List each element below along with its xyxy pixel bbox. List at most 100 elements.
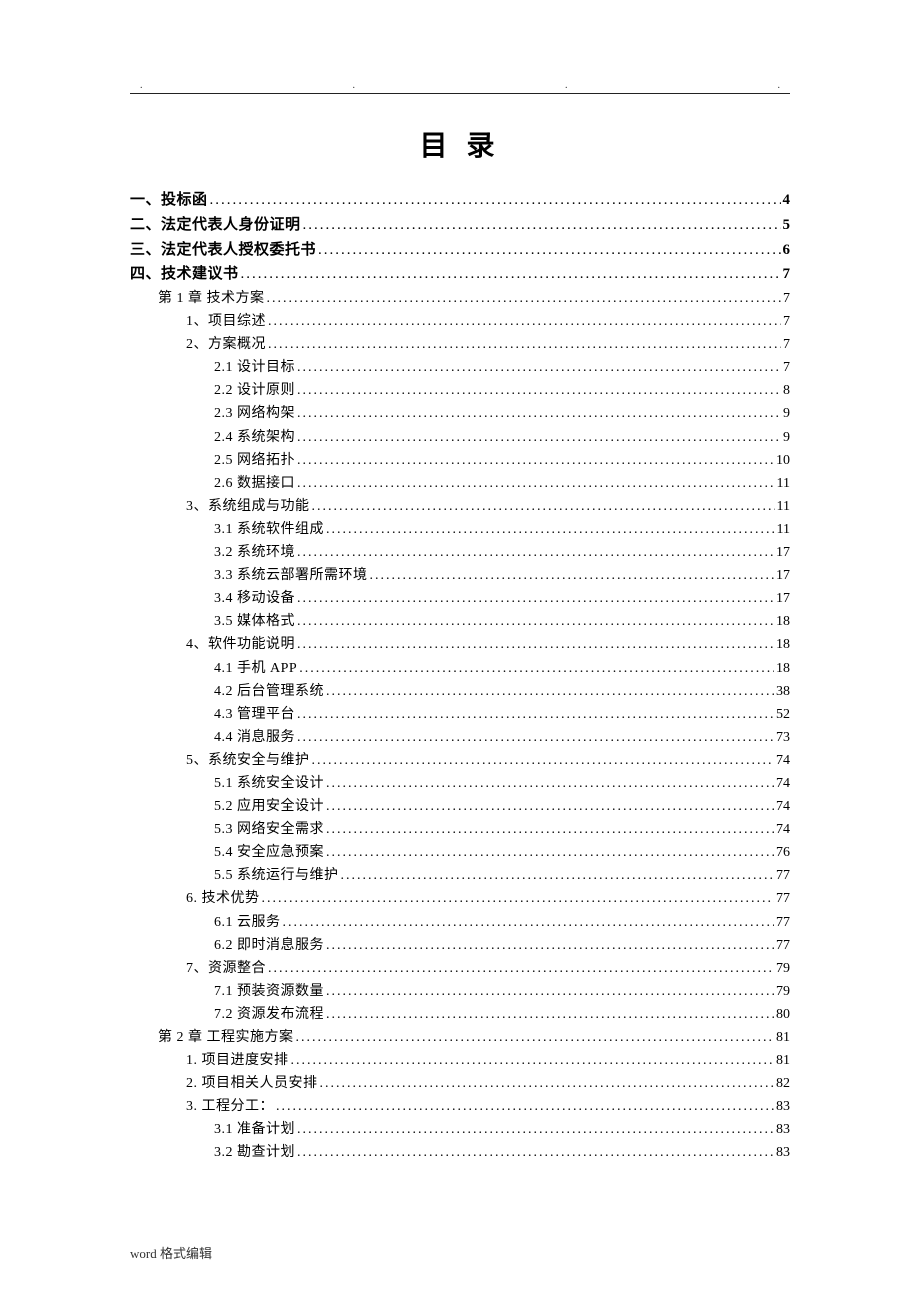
toc-entry-page: 7: [783, 262, 791, 287]
toc-entry: 5、系统安全与维护74: [186, 749, 790, 772]
toc-leader-dots: [297, 402, 781, 425]
toc-leader-dots: [326, 772, 774, 795]
toc-leader-dots: [318, 238, 780, 263]
toc-entry-label: 2.2 设计原则: [214, 379, 295, 402]
toc-entry-label: 4.1 手机 APP: [214, 657, 297, 680]
toc-entry-page: 9: [783, 426, 790, 449]
toc-entry: 1. 项目进度安排81: [186, 1049, 790, 1072]
document-page: . . . . 目 录 一、投标函4二、法定代表人身份证明5三、法定代表人授权委…: [0, 0, 920, 1225]
toc-entry-label: 5.1 系统安全设计: [214, 772, 324, 795]
toc-entry-page: 76: [776, 841, 790, 864]
toc-entry-page: 83: [776, 1141, 790, 1164]
toc-leader-dots: [326, 1003, 774, 1026]
toc-entry: 1、项目综述7: [186, 310, 790, 333]
toc-entry-label: 7.1 预装资源数量: [214, 980, 324, 1003]
toc-leader-dots: [326, 841, 774, 864]
toc-entry: 2.3 网络构架9: [214, 402, 790, 425]
toc-entry-page: 7: [783, 356, 790, 379]
toc-leader-dots: [291, 1049, 775, 1072]
toc-entry: 3.2 系统环境17: [214, 541, 790, 564]
toc-entry-label: 2.1 设计目标: [214, 356, 295, 379]
toc-entry-label: 3.2 勘查计划: [214, 1141, 295, 1164]
toc-entry: 3.4 移动设备 17: [214, 587, 790, 610]
toc-entry-label: 二、法定代表人身份证明: [130, 213, 301, 238]
toc-entry-page: 5: [783, 213, 791, 238]
toc-entry: 第 2 章 工程实施方案 81: [158, 1026, 790, 1049]
toc-entry: 6.1 云服务 77: [214, 911, 790, 934]
toc-leader-dots: [297, 633, 774, 656]
toc-entry-label: 3.5 媒体格式: [214, 610, 295, 633]
toc-entry-label: 1、项目综述: [186, 310, 266, 333]
toc-entry-label: 7.2 资源发布流程: [214, 1003, 324, 1026]
toc-leader-dots: [297, 610, 774, 633]
toc-entry: 6. 技术优势77: [186, 887, 790, 910]
toc-entry-label: 2.4 系统架构: [214, 426, 295, 449]
toc-entry: 4.3 管理平台52: [214, 703, 790, 726]
toc-leader-dots: [297, 1118, 774, 1141]
toc-entry-label: 6.1 云服务: [214, 911, 281, 934]
toc-entry-label: 5.5 系统运行与维护: [214, 864, 339, 887]
toc-entry-page: 74: [776, 772, 790, 795]
header-dots-row: . . . .: [130, 80, 790, 93]
toc-entry: 2、方案概况7: [186, 333, 790, 356]
toc-entry: 一、投标函4: [130, 188, 790, 213]
toc-entry-page: 73: [776, 726, 790, 749]
toc-entry: 2.6 数据接口11: [214, 472, 790, 495]
toc-entry-page: 77: [776, 911, 790, 934]
toc-entry-label: 4.3 管理平台: [214, 703, 295, 726]
toc-entry-label: 5.4 安全应急预案: [214, 841, 324, 864]
toc-leader-dots: [303, 213, 781, 238]
toc-entry-page: 11: [777, 472, 790, 495]
toc-leader-dots: [326, 518, 775, 541]
toc-entry-label: 5.2 应用安全设计: [214, 795, 324, 818]
toc-entry: 2.2 设计原则8: [214, 379, 790, 402]
toc-entry: 5.4 安全应急预案 76: [214, 841, 790, 864]
toc-entry-page: 10: [776, 449, 790, 472]
toc-leader-dots: [297, 587, 774, 610]
toc-entry-page: 4: [783, 188, 791, 213]
toc-entry-label: 第 2 章 工程实施方案: [158, 1026, 294, 1049]
toc-entry-page: 80: [776, 1003, 790, 1026]
toc-entry-page: 81: [776, 1026, 790, 1049]
toc-entry-page: 17: [776, 587, 790, 610]
toc-entry-label: 5.3 网络安全需求: [214, 818, 324, 841]
toc-entry: 5.3 网络安全需求74: [214, 818, 790, 841]
toc-entry-page: 18: [776, 610, 790, 633]
toc-leader-dots: [268, 310, 781, 333]
toc-entry-page: 6: [783, 238, 791, 263]
toc-leader-dots: [297, 472, 775, 495]
footer-text: word 格式编辑: [130, 1243, 212, 1262]
toc-entry-label: 2.5 网络拓扑: [214, 449, 295, 472]
toc-entry: 4、软件功能说明18: [186, 633, 790, 656]
toc-leader-dots: [297, 426, 781, 449]
header-dot: .: [565, 80, 568, 91]
toc-entry-label: 3. 工程分工：: [186, 1095, 274, 1118]
toc-leader-dots: [320, 1072, 775, 1095]
toc-entry: 2.5 网络拓扑 10: [214, 449, 790, 472]
toc-entry-label: 6.2 即时消息服务: [214, 934, 324, 957]
toc-entry-label: 3.4 移动设备: [214, 587, 295, 610]
toc-leader-dots: [297, 356, 781, 379]
toc-entry-page: 18: [776, 657, 790, 680]
toc-leader-dots: [297, 541, 774, 564]
toc-leader-dots: [299, 657, 774, 680]
toc-leader-dots: [267, 287, 782, 310]
toc-entry-page: 79: [776, 980, 790, 1003]
toc-entry: 3.5 媒体格式 18: [214, 610, 790, 633]
toc-entry-page: 79: [776, 957, 790, 980]
toc-entry-label: 4.2 后台管理系统: [214, 680, 324, 703]
toc-entry-page: 77: [776, 934, 790, 957]
toc-leader-dots: [276, 1095, 774, 1118]
toc-entry: 3.1 准备计划83: [214, 1118, 790, 1141]
toc-entry-page: 77: [776, 887, 790, 910]
toc-leader-dots: [297, 449, 774, 472]
toc-leader-dots: [297, 703, 774, 726]
toc-entry-label: 2. 项目相关人员安排: [186, 1072, 318, 1095]
toc-leader-dots: [297, 1141, 774, 1164]
toc-entry: 4.4 消息服务73: [214, 726, 790, 749]
toc-entry-page: 74: [776, 795, 790, 818]
toc-entry-label: 四、技术建议书: [130, 262, 239, 287]
toc-entry-page: 9: [783, 402, 790, 425]
toc-entry-page: 17: [776, 541, 790, 564]
toc-entry: 7.2 资源发布流程 80: [214, 1003, 790, 1026]
